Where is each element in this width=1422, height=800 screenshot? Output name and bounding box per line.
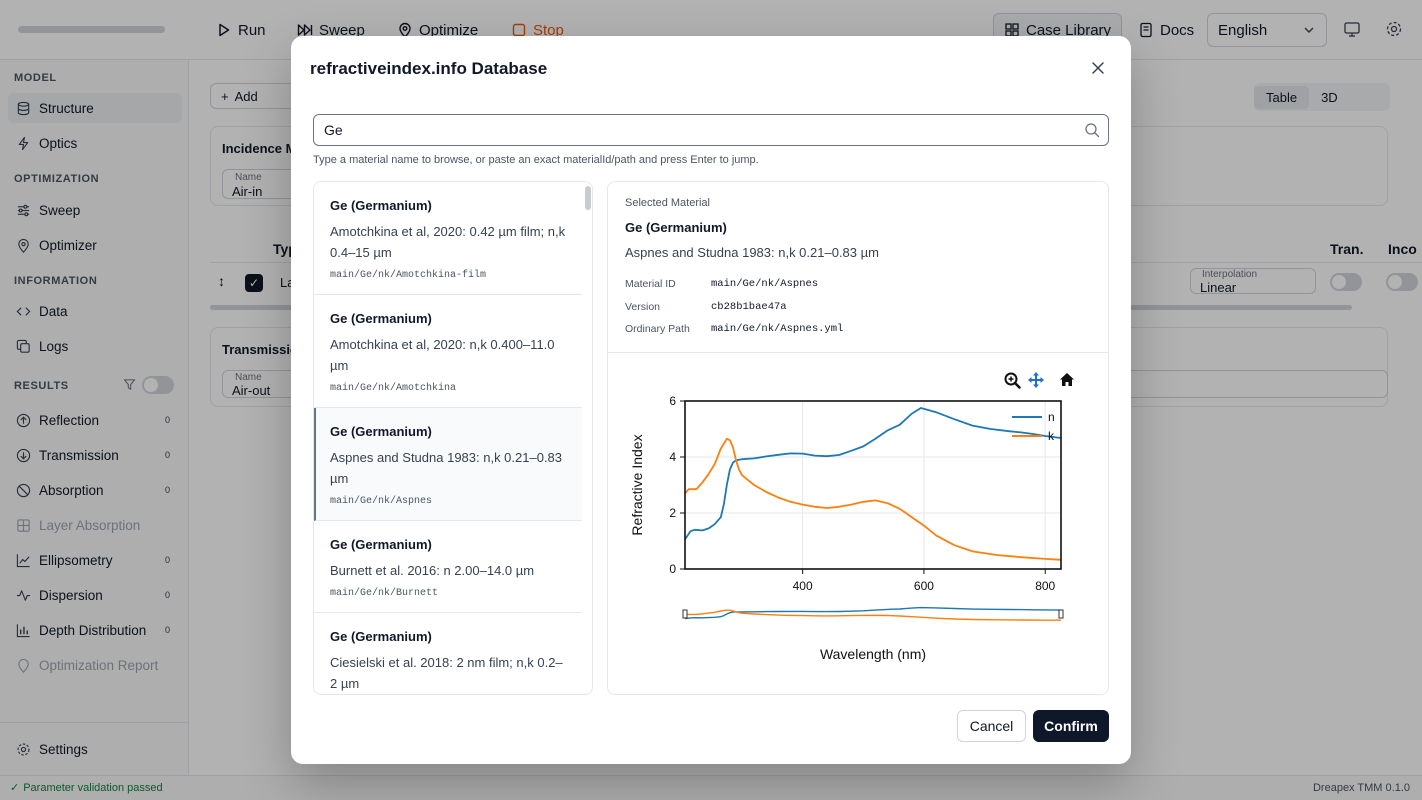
refractive-index-chart[interactable]: 400 600 800 0 2 4 6 Refractive Index Wavelength … <box>608 353 1108 693</box>
version-label: Version <box>625 301 661 313</box>
selected-material-panel: Selected Material Ge (Germanium) Aspnes … <box>607 181 1109 695</box>
confirm-button[interactable]: Confirm <box>1033 710 1109 742</box>
result-path: main/Ge/nk/Amotchkina-film <box>330 270 487 281</box>
material-search-input[interactable] <box>324 115 1064 145</box>
selected-material-name: Ge (Germanium) <box>625 220 727 235</box>
pan-icon[interactable] <box>1028 372 1044 388</box>
x-tick-label: 600 <box>914 579 934 593</box>
list-item[interactable]: Ge (Germanium) Burnett et al. 2016: n 2.… <box>314 521 582 613</box>
selected-material-label: Selected Material <box>625 197 710 209</box>
material-database-dialog: refractiveindex.info Database Type a mat… <box>291 36 1131 764</box>
material-search-box <box>313 114 1109 146</box>
home-icon[interactable] <box>1060 373 1074 386</box>
list-item[interactable]: Ge (Germanium) Ciesielski et al. 2018: 2… <box>314 613 582 694</box>
result-title: Ge (Germanium) <box>330 198 432 213</box>
path-value: main/Ge/nk/Aspnes.yml <box>711 323 844 335</box>
cancel-button[interactable]: Cancel <box>957 710 1026 742</box>
y-tick-label: 2 <box>669 506 676 520</box>
range-slider-handle-right[interactable] <box>1058 609 1064 619</box>
result-path: main/Ge/nk/Burnett <box>330 588 439 599</box>
search-hint: Type a material name to browse, or paste… <box>313 154 759 166</box>
result-path: main/Ge/nk/Amotchkina <box>330 383 457 394</box>
chart-modebar <box>1004 372 1074 389</box>
material-results-list: Ge (Germanium) Amotchkina et al, 2020: 0… <box>313 181 593 695</box>
selected-material-description: Aspnes and Studna 1983: n,k 0.21–0.83 µm <box>625 245 879 260</box>
legend-label-n: n <box>1048 410 1055 424</box>
list-item[interactable]: Ge (Germanium) Amotchkina et al, 2020: n… <box>314 295 582 408</box>
result-path: main/Ge/nk/Aspnes <box>330 496 433 507</box>
x-axis-label: Wavelength (nm) <box>820 646 926 662</box>
y-tick-label: 4 <box>669 450 676 464</box>
result-description: Amotchkina et al, 2020: 0.42 µm film; n,… <box>330 224 566 260</box>
material-id-value: main/Ge/nk/Aspnes <box>711 278 819 290</box>
zoom-icon[interactable] <box>1004 372 1021 389</box>
version-value: cb28b1bae47a <box>711 301 787 313</box>
result-description: Burnett et al. 2016: n 2.00–14.0 µm <box>330 563 535 578</box>
result-description: Amotchkina et al, 2020: n,k 0.400–11.0 µ… <box>330 337 555 373</box>
x-tick-label: 400 <box>793 579 813 593</box>
list-item-selected[interactable]: Ge (Germanium) Aspnes and Studna 1983: n… <box>314 408 582 521</box>
y-tick-label: 6 <box>669 394 676 408</box>
result-title: Ge (Germanium) <box>330 424 432 439</box>
path-label: Ordinary Path <box>625 323 690 335</box>
dialog-title: refractiveindex.info Database <box>310 59 548 78</box>
list-item[interactable]: Ge (Germanium) Amotchkina et al, 2020: 0… <box>314 182 582 295</box>
close-icon[interactable] <box>1090 60 1106 76</box>
x-tick-label: 800 <box>1035 579 1055 593</box>
result-description: Ciesielski et al. 2018: 2 nm film; n,k 0… <box>330 655 563 691</box>
y-tick-label: 0 <box>669 562 676 576</box>
result-title: Ge (Germanium) <box>330 629 432 644</box>
legend-label-k: k <box>1048 429 1055 443</box>
list-scrollbar[interactable] <box>585 186 591 210</box>
material-id-label: Material ID <box>625 278 676 290</box>
range-slider-handle-left[interactable] <box>682 609 688 619</box>
plot-frame <box>684 400 1062 570</box>
search-icon[interactable] <box>1084 122 1100 138</box>
result-description: Aspnes and Studna 1983: n,k 0.21–0.83 µm <box>330 450 563 486</box>
result-title: Ge (Germanium) <box>330 537 432 552</box>
result-title: Ge (Germanium) <box>330 311 432 326</box>
y-axis-label: Refractive Index <box>629 434 645 535</box>
